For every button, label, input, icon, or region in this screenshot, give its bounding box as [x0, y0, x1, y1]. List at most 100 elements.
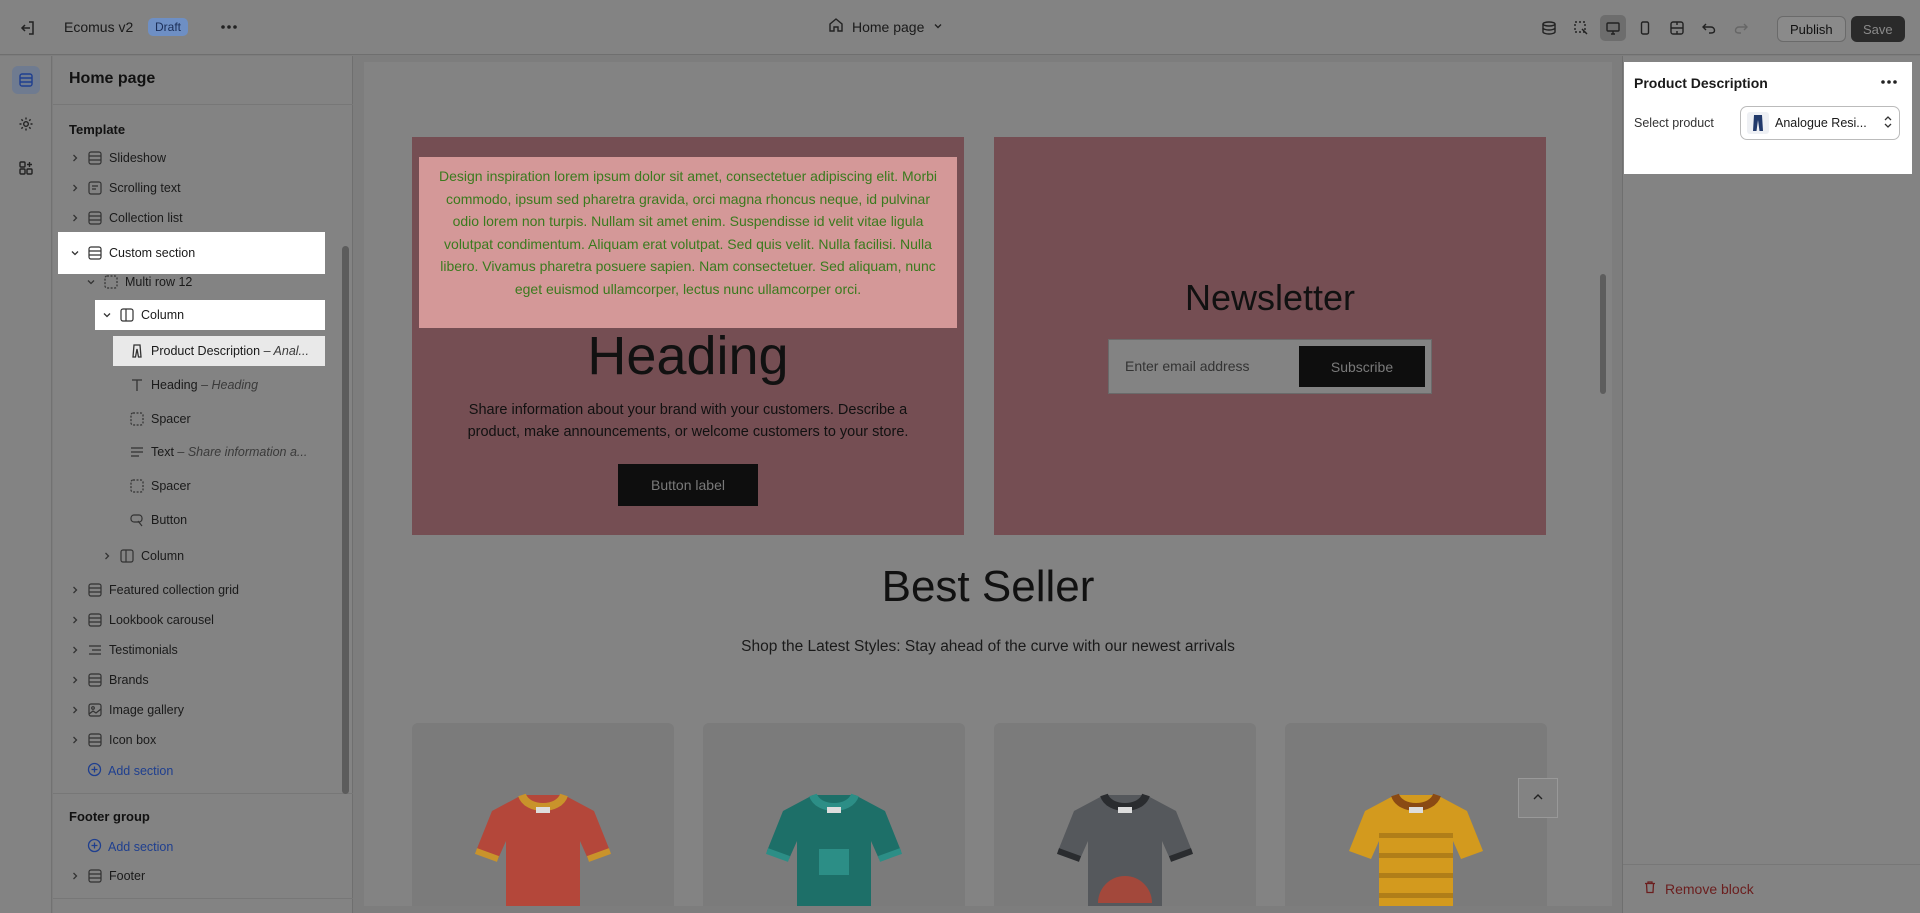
tree-item-brands[interactable]: Brands	[53, 665, 325, 695]
tree-item-label: Column	[141, 549, 185, 563]
product-card[interactable]	[703, 723, 965, 906]
best-seller-title: Best Seller	[881, 562, 1095, 611]
subscribe-button[interactable]: Subscribe	[1299, 346, 1425, 387]
left-panel: Home page Template Slideshow Scrolling t…	[53, 56, 353, 913]
tree-item-image-gallery[interactable]: Image gallery	[53, 695, 325, 725]
chevron-right-icon[interactable]	[69, 674, 81, 686]
chevron-right-icon[interactable]	[101, 550, 113, 562]
chevron-right-icon[interactable]	[69, 614, 81, 626]
tree-item-label: Icon box	[109, 733, 157, 747]
tree-item-label: Button	[151, 513, 188, 527]
redo-icon[interactable]	[1728, 15, 1754, 41]
sections-icon[interactable]	[12, 66, 40, 94]
footer-add-section-button[interactable]: Add section	[87, 838, 173, 856]
spacer-icon	[129, 478, 145, 494]
tree-item-icon-box[interactable]: Icon box	[53, 725, 325, 755]
tree-item-text[interactable]: Text – Share information a...	[53, 437, 325, 467]
column-icon	[119, 307, 135, 323]
tree-item-column[interactable]: Column	[53, 541, 325, 571]
product-card[interactable]	[994, 723, 1256, 906]
section-icon	[87, 732, 103, 748]
undo-icon[interactable]	[1696, 15, 1722, 41]
tree-item-sub: – Anal...	[263, 344, 309, 358]
add-section-button[interactable]: Add section	[87, 762, 173, 780]
exit-icon[interactable]	[18, 18, 38, 38]
apps-icon[interactable]	[12, 154, 40, 182]
tree-item-spacer[interactable]: Spacer	[53, 404, 325, 434]
tree-item-spacer[interactable]: Spacer	[53, 471, 325, 501]
panel-title: Home page	[69, 70, 156, 87]
storage-icon[interactable]	[1536, 15, 1562, 41]
chevron-down-icon[interactable]	[85, 276, 97, 288]
chevron-down-icon	[932, 19, 944, 35]
tree-item-multi-row[interactable]: Multi row 12	[53, 267, 325, 297]
button-block[interactable]: Button label	[618, 464, 758, 506]
tree-item-featured-collection-grid[interactable]: Featured collection grid	[53, 575, 325, 605]
settings-gear-icon[interactable]	[12, 110, 40, 138]
tree-item-label: Custom section	[109, 246, 196, 260]
chevron-right-icon[interactable]	[69, 870, 81, 882]
block-settings-card: Product Description Select product Analo…	[1624, 62, 1912, 174]
chevron-right-icon[interactable]	[69, 734, 81, 746]
tree-item-label: Heading	[151, 378, 198, 392]
chevron-down-icon[interactable]	[69, 247, 81, 259]
page-selector[interactable]: Home page	[828, 17, 944, 36]
tree-item-column[interactable]: Column	[95, 300, 325, 330]
top-bar: Ecomus v2 Draft Home page Publish Save	[0, 0, 1920, 55]
chevron-right-icon[interactable]	[69, 152, 81, 164]
scroll-to-top-button[interactable]	[1518, 778, 1558, 818]
spacer-icon	[129, 411, 145, 427]
save-button[interactable]: Save	[1851, 16, 1905, 42]
divider	[53, 104, 353, 105]
chevron-right-icon[interactable]	[69, 584, 81, 596]
canvas-scrollbar[interactable]	[1600, 274, 1606, 394]
product-card[interactable]	[412, 723, 674, 906]
tree-item-label: Spacer	[151, 479, 191, 493]
tree-item-label: Footer	[109, 869, 146, 883]
red-tshirt-image	[474, 793, 612, 906]
publish-button[interactable]: Publish	[1777, 16, 1846, 42]
tree-item-slideshow[interactable]: Slideshow	[53, 143, 325, 173]
section-icon	[87, 612, 103, 628]
block-title: Product Description	[1634, 75, 1768, 91]
inspector-icon[interactable]	[1568, 15, 1594, 41]
preview-canvas: Design inspiration lorem ipsum dolor sit…	[364, 62, 1612, 906]
mobile-view-icon[interactable]	[1632, 15, 1658, 41]
tree-item-label: Image gallery	[109, 703, 185, 717]
chevron-right-icon[interactable]	[69, 182, 81, 194]
remove-block-button[interactable]: Remove block	[1643, 880, 1754, 897]
tree-item-scrolling-text[interactable]: Scrolling text	[53, 173, 325, 203]
tree-item-label: Slideshow	[109, 151, 166, 165]
product-description-block[interactable]: Design inspiration lorem ipsum dolor sit…	[419, 157, 957, 328]
chevron-right-icon[interactable]	[69, 704, 81, 716]
tree-item-product-description[interactable]: Product Description – Anal...	[113, 336, 325, 366]
heading-block[interactable]: Heading	[412, 325, 964, 387]
chevron-down-icon[interactable]	[101, 309, 113, 321]
footer-group-label: Footer group	[69, 809, 150, 824]
tree-item-collection-list[interactable]: Collection list	[53, 203, 325, 233]
product-picker[interactable]: Analogue Resi...	[1740, 106, 1900, 140]
left-panel-scrollbar[interactable]	[342, 246, 349, 794]
text-block[interactable]: Share information about your brand with …	[452, 399, 924, 443]
tree-item-testimonials[interactable]: Testimonials	[53, 635, 325, 665]
newsletter-title: Newsletter	[1184, 277, 1356, 318]
tree-item-heading[interactable]: Heading – Heading	[53, 370, 325, 400]
email-input[interactable]: Enter email address	[1125, 358, 1250, 374]
chevron-right-icon[interactable]	[69, 212, 81, 224]
custom-section-column-right[interactable]: Newsletter Enter email address Subscribe	[994, 137, 1546, 535]
jeans-icon	[129, 343, 145, 359]
custom-section-column-left[interactable]: Design inspiration lorem ipsum dolor sit…	[412, 137, 964, 535]
template-label: Template	[69, 122, 126, 137]
desktop-view-icon[interactable]	[1600, 15, 1626, 41]
chevron-right-icon[interactable]	[69, 644, 81, 656]
more-options-icon[interactable]	[218, 17, 240, 37]
tree-item-button[interactable]: Button	[53, 505, 325, 535]
more-options-icon[interactable]	[1878, 72, 1900, 92]
plus-circle-icon	[87, 838, 102, 856]
tree-item-footer[interactable]: Footer	[53, 861, 325, 891]
section-icon	[87, 245, 103, 261]
section-icon	[87, 672, 103, 688]
product-card[interactable]	[1285, 723, 1547, 906]
tree-item-lookbook-carousel[interactable]: Lookbook carousel	[53, 605, 325, 635]
fullscreen-icon[interactable]	[1664, 15, 1690, 41]
